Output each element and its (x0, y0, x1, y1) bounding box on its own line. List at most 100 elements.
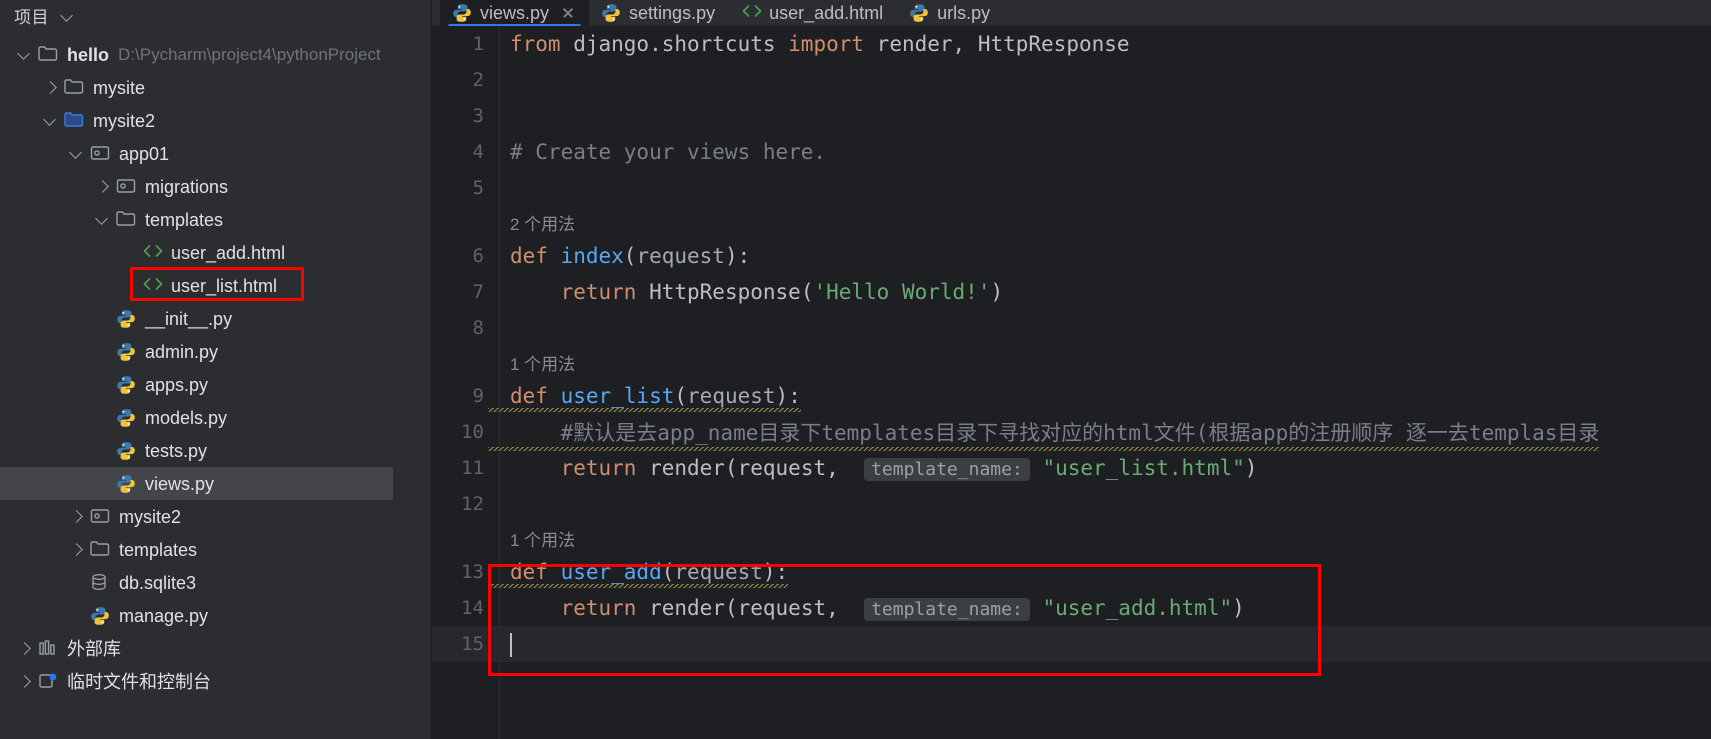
code-token: index (560, 244, 624, 268)
code-text-before-inlay: return render(request, (560, 456, 852, 480)
code-content: 2 个用法 (510, 214, 576, 234)
code-line[interactable]: 14 return render(request, template_name:… (432, 590, 1711, 626)
code-line[interactable]: 2 (432, 62, 1711, 98)
code-editor[interactable]: 1 from django.shortcuts import render, Ht… (432, 26, 1711, 739)
chevron-down-icon[interactable] (68, 145, 86, 163)
code-token: request (636, 244, 725, 268)
chevron-down-icon[interactable] (16, 46, 34, 64)
tree-item-scratches[interactable]: 临时文件和控制台 (0, 665, 432, 698)
line-number: 7 (472, 281, 484, 303)
editor-tab-urls-py[interactable]: urls.py (897, 0, 1004, 26)
code-token: ): (724, 244, 751, 268)
tree-item-mysite2[interactable]: mysite2 (0, 104, 432, 137)
tree-item-label: mysite2 (93, 110, 156, 131)
chevron-right-icon[interactable] (94, 178, 112, 196)
tree-item-extlibs[interactable]: 外部库 (0, 632, 432, 665)
close-icon[interactable] (561, 6, 575, 20)
chevron-right-icon[interactable] (16, 640, 34, 658)
code-lines[interactable]: 1 from django.shortcuts import render, Ht… (432, 26, 1711, 662)
tree-item-views[interactable]: views.py (0, 467, 393, 500)
tree-item-label: models.py (145, 407, 228, 428)
tree-item-models[interactable]: models.py (0, 401, 432, 434)
code-line[interactable]: 9 def user_list(request): (432, 378, 1711, 414)
tree-item-label: db.sqlite3 (119, 572, 197, 593)
chevron-down-icon[interactable] (94, 211, 112, 229)
chevron-right-icon[interactable] (16, 673, 34, 691)
chevron-down-icon[interactable] (42, 112, 60, 130)
code-line[interactable]: 4 # Create your views here. (432, 134, 1711, 170)
code-token: 'Hello World!' (813, 280, 991, 304)
chevron-right-icon[interactable] (42, 79, 60, 97)
line-number: 2 (472, 69, 484, 91)
tree-item-label: __init__.py (145, 308, 233, 329)
db-icon (90, 573, 112, 593)
code-token: ( (623, 244, 637, 268)
code-content: 1 个用法 (510, 354, 576, 374)
code-line[interactable]: 6 def index(request): (432, 238, 1711, 274)
tree-item-user_list[interactable]: user_list.html (0, 269, 432, 302)
code-token: return (560, 280, 650, 304)
code-line[interactable]: 10 #默认是去app_name目录下templates目录下寻找对应的html… (432, 414, 1711, 451)
tree-item-templates[interactable]: templates (0, 203, 432, 236)
tree-item-admin[interactable]: admin.py (0, 335, 432, 368)
code-line[interactable]: 3 (432, 98, 1711, 134)
tree-item-label: templates (145, 209, 224, 230)
parameter-hint-template-name: template_name: (864, 598, 1030, 621)
code-line[interactable]: 5 (432, 170, 1711, 206)
tree-item-label: views.py (145, 473, 215, 494)
tree-item-label: 临时文件和控制台 (67, 671, 211, 692)
python-icon (116, 309, 138, 329)
chevron-right-icon[interactable] (68, 541, 86, 559)
tree-item-user_add[interactable]: user_add.html (0, 236, 432, 269)
code-content: return HttpResponse('Hello World!') (488, 280, 1004, 304)
editor-tab-user_add-html[interactable]: user_add.html (729, 0, 897, 26)
code-line[interactable]: 13 def user_add(request): (432, 554, 1711, 590)
inlay-usage-hint[interactable]: 1 个用法 (432, 522, 1711, 554)
tree-item-init[interactable]: __init__.py (0, 302, 432, 335)
code-line[interactable]: 12 (432, 486, 1711, 522)
library-icon (38, 639, 60, 659)
project-panel-header[interactable]: 项目 (0, 0, 432, 30)
chevron-down-icon[interactable] (61, 9, 74, 22)
editor-tab-views-py[interactable]: views.py (440, 0, 590, 28)
line-number: 4 (472, 141, 484, 163)
code-line[interactable]: 8 (432, 310, 1711, 346)
line-number: 15 (461, 633, 484, 655)
tree-item-mysite2_inner[interactable]: mysite2 (0, 500, 432, 533)
tree-item-app01[interactable]: app01 (0, 137, 432, 170)
project-file-tree[interactable]: hello D:\Pycharm\project4\pythonProject my… (0, 38, 432, 698)
tree-item-label: user_list.html (171, 275, 278, 296)
code-content: 1 个用法 (510, 530, 576, 550)
module-icon (90, 144, 112, 164)
tree-item-dbsqlite[interactable]: db.sqlite3 (0, 566, 432, 599)
editor-tab-bar[interactable]: views.py settings.py user_add.html urls.py (432, 0, 1711, 28)
code-line[interactable]: 11 return render(request, template_name:… (432, 450, 1711, 486)
tree-item-templates2[interactable]: templates (0, 533, 432, 566)
code-token: from (510, 32, 574, 56)
line-number: 9 (472, 385, 484, 407)
editor-tab-settings-py[interactable]: settings.py (589, 0, 729, 26)
code-content: #默认是去app_name目录下templates目录下寻找对应的html文件(… (488, 417, 1600, 451)
python-icon (116, 474, 138, 494)
code-line[interactable]: 1 from django.shortcuts import render, Ht… (432, 26, 1711, 62)
code-token: render, HttpResponse (876, 32, 1130, 56)
inlay-usage-hint[interactable]: 1 个用法 (432, 346, 1711, 378)
code-line[interactable]: 15 (432, 626, 1711, 662)
tree-item-apps[interactable]: apps.py (0, 368, 432, 401)
code-line[interactable]: 7 return HttpResponse('Hello World!') (432, 274, 1711, 310)
tree-item-tests[interactable]: tests.py (0, 434, 432, 467)
chevron-right-icon[interactable] (68, 508, 86, 526)
tree-item-mysite[interactable]: mysite (0, 71, 432, 104)
tree-item-migrations[interactable]: migrations (0, 170, 432, 203)
tree-item-label: migrations (145, 176, 229, 197)
inlay-usage-hint[interactable]: 2 个用法 (432, 206, 1711, 238)
tree-item-hello[interactable]: hello D:\Pycharm\project4\pythonProject (0, 38, 432, 71)
tree-item-manage[interactable]: manage.py (0, 599, 432, 632)
